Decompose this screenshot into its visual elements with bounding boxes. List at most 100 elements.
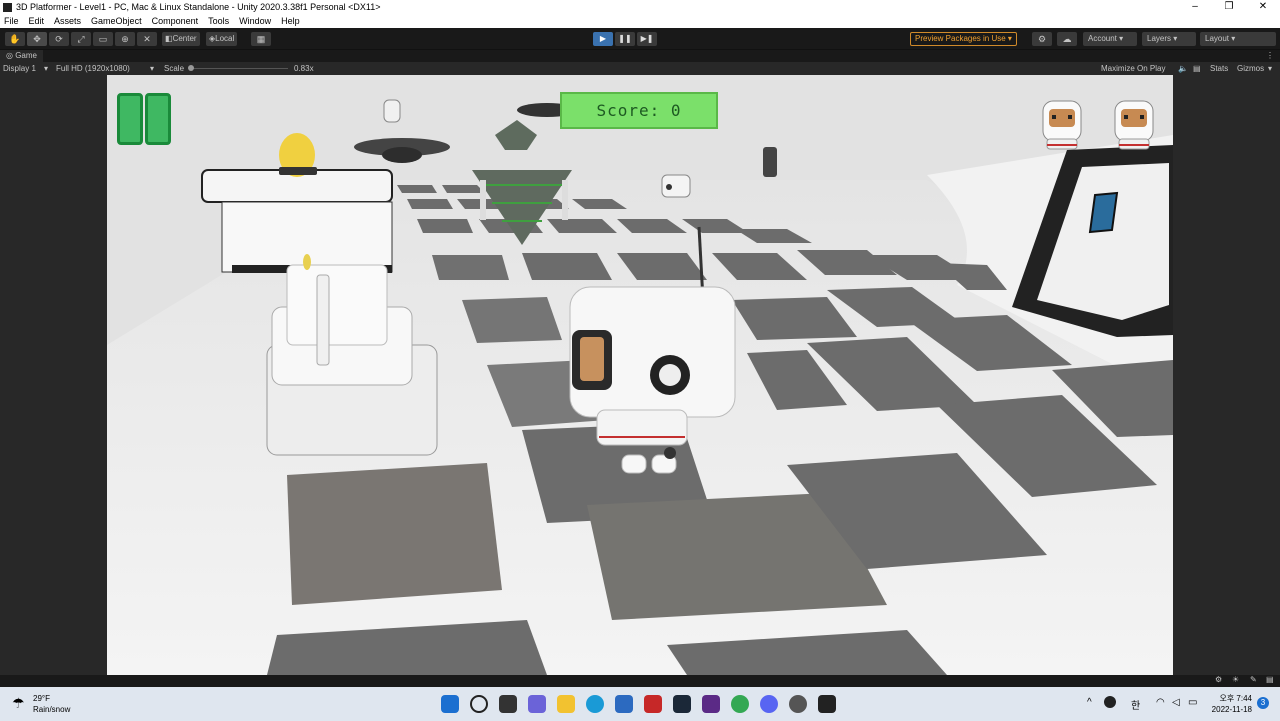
search-icon[interactable]	[470, 695, 488, 713]
discord-icon[interactable]	[760, 695, 778, 713]
menu-help[interactable]: Help	[281, 16, 300, 26]
weather-temp: 29°F	[33, 694, 50, 703]
console-icon[interactable]: ▤	[1266, 675, 1274, 684]
settings-gear-icon[interactable]: ⚙	[1032, 32, 1052, 46]
chat-icon[interactable]	[528, 695, 546, 713]
system-clock[interactable]: 오후 7:44 2022-11-18	[1208, 693, 1252, 715]
scale-tool-icon[interactable]: ⤢	[71, 32, 91, 46]
pause-bar-left[interactable]	[117, 93, 143, 145]
menu-tools[interactable]: Tools	[208, 16, 229, 26]
rotate-tool-icon[interactable]: ⟳	[49, 32, 69, 46]
mute-audio-icon[interactable]: 🔈	[1178, 62, 1188, 75]
scale-slider-track[interactable]	[190, 68, 288, 69]
weather-icon[interactable]: ☂	[12, 695, 25, 712]
move-tool-icon[interactable]: ✥	[27, 32, 47, 46]
chevron-down-icon: ▾	[1171, 34, 1178, 43]
rect-tool-icon[interactable]: ▭	[93, 32, 113, 46]
os-taskbar: ☂ 29°F Rain/snow ^ 한 ◠ ◁ ▭ 오후 7:44 2022-…	[0, 687, 1280, 721]
volume-icon[interactable]: ◁	[1172, 697, 1180, 708]
display-chevron-icon: ▾	[44, 64, 49, 73]
unity-hub-icon[interactable]	[789, 695, 807, 713]
maximize-on-play-toggle[interactable]: Maximize On Play	[1101, 62, 1165, 75]
task-view-icon[interactable]	[499, 695, 517, 713]
pause-button[interactable]: ❚❚	[615, 32, 635, 46]
chrome-icon[interactable]	[731, 695, 749, 713]
layers-dropdown[interactable]: Layers ▾	[1142, 32, 1196, 46]
game-viewport[interactable]: Score: 0	[107, 75, 1173, 675]
stats-toggle[interactable]: Stats	[1210, 62, 1228, 75]
pause-bar-right[interactable]	[145, 93, 171, 145]
tray-chevron-icon[interactable]: ^	[1087, 697, 1092, 708]
notification-badge[interactable]: 3	[1257, 697, 1269, 709]
resolution-dropdown[interactable]: Full HD (1920x1080)	[56, 62, 130, 75]
menu-gameobject[interactable]: GameObject	[91, 16, 142, 26]
wifi-icon[interactable]: ◠	[1156, 697, 1165, 708]
cloud-icon[interactable]: ☁	[1057, 32, 1077, 46]
weather-widget[interactable]: 29°F Rain/snow	[33, 693, 70, 715]
nzxt-icon[interactable]	[702, 695, 720, 713]
custom-tool-icon[interactable]: ✕	[137, 32, 157, 46]
pivot-center-icon: ◧	[165, 34, 173, 43]
pivot-center-label: Center	[172, 34, 197, 43]
life-avatar-1	[1042, 100, 1082, 150]
restore-button[interactable]: ❐	[1212, 0, 1246, 14]
account-dropdown[interactable]: Account ▾	[1083, 32, 1137, 46]
menu-edit[interactable]: Edit	[29, 16, 45, 26]
window-title: 3D Platformer - Level1 - PC, Mac & Linux…	[16, 2, 381, 12]
unity-app-icon	[3, 2, 12, 12]
letterbox-right	[1173, 75, 1280, 675]
mcafee-icon[interactable]	[644, 695, 662, 713]
account-label: Account	[1088, 34, 1117, 43]
file-explorer-icon[interactable]	[557, 695, 575, 713]
display-dropdown[interactable]: Display 1	[3, 62, 36, 75]
windows-start-icon[interactable]	[441, 695, 459, 713]
menu-window[interactable]: Window	[239, 16, 271, 26]
game-view-toolbar: Display 1 ▾ Full HD (1920x1080) ▾ Scale …	[0, 62, 1280, 75]
window-titlebar: 3D Platformer - Level1 - PC, Mac & Linux…	[0, 0, 1280, 14]
pivot-local-toggle[interactable]: ◈Local	[206, 32, 238, 46]
input-language[interactable]: 한	[1131, 697, 1140, 712]
unity-editor-icon[interactable]	[818, 695, 836, 713]
editor-status-bar: ⚙ ☀ ✎ ▤	[0, 675, 1280, 687]
clock-time: 오후 7:44	[1219, 694, 1252, 703]
minimize-button[interactable]: –	[1178, 0, 1212, 14]
store-icon[interactable]	[615, 695, 633, 713]
life-avatar-2	[1114, 100, 1154, 150]
battery-icon[interactable]: ▭	[1188, 697, 1197, 708]
score-display: Score: 0	[560, 92, 718, 129]
layers-label: Layers	[1147, 34, 1172, 43]
grid-snap-icon[interactable]: ▦	[251, 32, 271, 46]
close-button[interactable]: ✕	[1246, 0, 1280, 14]
menu-bar: File Edit Assets GameObject Component To…	[0, 14, 1280, 28]
play-button[interactable]: ▶	[593, 32, 613, 46]
game-scene	[107, 75, 1173, 675]
steam-icon[interactable]	[673, 695, 691, 713]
pivot-center-toggle[interactable]: ◧Center	[162, 32, 200, 46]
menu-assets[interactable]: Assets	[54, 16, 81, 26]
hand-tool-icon[interactable]: ✋	[5, 32, 25, 46]
weather-desc: Rain/snow	[33, 705, 71, 714]
layout-dropdown[interactable]: Layout ▾	[1200, 32, 1276, 46]
game-controller-icon: ◎	[6, 51, 16, 60]
layout-label: Layout	[1205, 34, 1230, 43]
preview-packages-dropdown[interactable]: Preview Packages in Use ▾	[910, 32, 1017, 46]
menu-file[interactable]: File	[4, 16, 19, 26]
tab-game[interactable]: ◎ Game	[0, 50, 43, 62]
gizmos-chevron-icon: ▾	[1268, 64, 1273, 73]
scale-label: Scale	[164, 64, 185, 73]
gizmos-toggle[interactable]: Gizmos	[1237, 62, 1264, 75]
scale-slider-handle[interactable]	[188, 65, 194, 71]
debug-icon[interactable]: ✎	[1250, 675, 1257, 684]
counter-platform	[201, 169, 393, 273]
tray-app-icon[interactable]	[1104, 696, 1116, 708]
panel-menu-icon[interactable]: ⋮	[1266, 50, 1274, 62]
tab-game-label: Game	[15, 51, 37, 60]
game-tab-bar: ◎ Game ⋮	[0, 50, 1280, 62]
edge-browser-icon[interactable]	[586, 695, 604, 713]
profiler-icon[interactable]: ⚙	[1215, 675, 1222, 684]
step-button[interactable]: ▶❚	[637, 32, 657, 46]
lighting-icon[interactable]: ☀	[1232, 675, 1239, 684]
transform-tool-icon[interactable]: ⊕	[115, 32, 135, 46]
vsync-icon[interactable]: ▤	[1193, 62, 1201, 75]
menu-component[interactable]: Component	[152, 16, 199, 26]
